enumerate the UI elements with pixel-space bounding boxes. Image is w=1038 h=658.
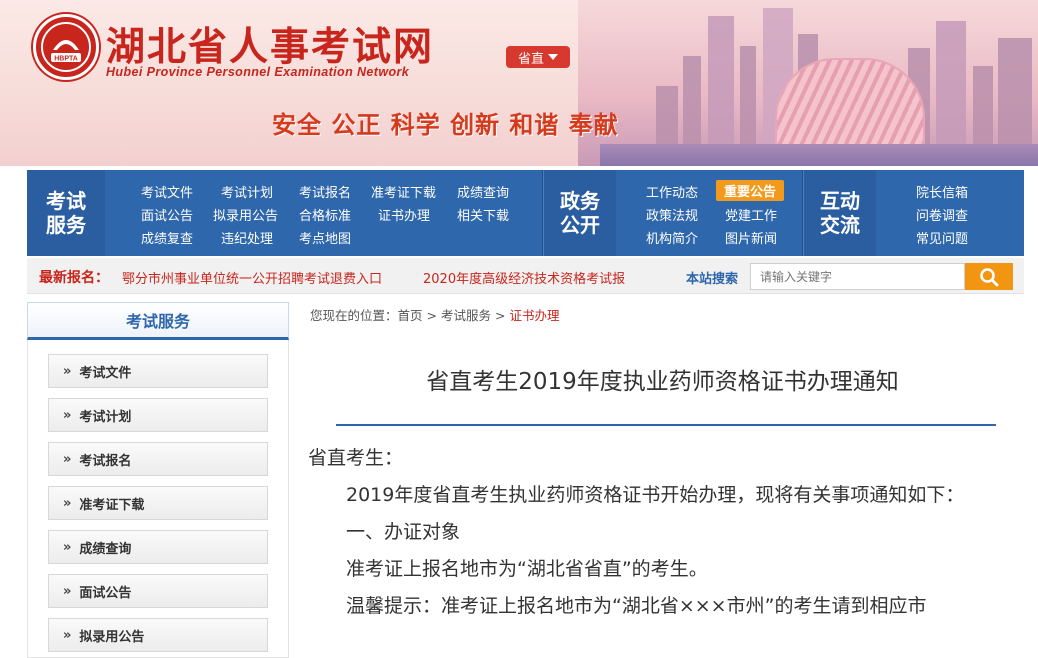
nav-link-policies[interactable]: 政策法规	[646, 205, 698, 224]
river-image	[600, 144, 1038, 166]
nav-link-important-notice[interactable]: 重要公告	[716, 180, 785, 201]
sidebar-item-exam-plan[interactable]: » 考试计划	[48, 398, 268, 432]
arena-building-image	[775, 58, 925, 150]
double-chevron-right-icon: »	[63, 407, 72, 423]
nav-link-interview-notice[interactable]: 面试公告	[141, 205, 193, 224]
search-label: 本站搜索	[686, 272, 739, 287]
double-chevron-right-icon: »	[63, 583, 72, 599]
nav-group-exam-service: 考试服务 考试文件 考试计划 考试报名 准考证下载 成绩查询 面试公告 拟录用公…	[27, 170, 542, 256]
tip-text: 温馨提示：准考证上报名地市为“湖北省×××市州”的考生请到相应市	[346, 595, 927, 617]
nav-link-photo-news[interactable]: 图片新闻	[725, 228, 777, 247]
double-chevron-right-icon: »	[63, 627, 72, 643]
nav-group-government: 政务公开 工作动态 重要公告 政策法规 党建工作 机构简介 图片新闻	[544, 170, 802, 256]
double-chevron-right-icon: »	[63, 363, 72, 379]
breadcrumb-separator: >	[426, 308, 437, 323]
breadcrumb-separator: >	[494, 308, 506, 323]
article-intro: 2019年度省直考生执业药师资格证书开始办理，现将有关事项通知如下：	[346, 484, 965, 506]
sidebar-item-exam-registration[interactable]: » 考试报名	[48, 442, 268, 476]
nav-link-hire-notice[interactable]: 拟录用公告	[213, 205, 278, 224]
nav-link-discipline[interactable]: 违纪处理	[221, 228, 273, 247]
double-chevron-right-icon: »	[63, 451, 72, 467]
sidebar-menu: » 考试文件 » 考试计划 » 考试报名 » 准考证下载 » 成绩查询 » 面试…	[27, 340, 289, 658]
header-banner: HBPTA 湖北省人事考试网 Hubei Province Personnel …	[0, 0, 1038, 166]
nav-link-party-building[interactable]: 党建工作	[725, 205, 777, 224]
article-title: 省直考生2019年度执业药师资格证书办理通知	[426, 369, 899, 395]
nav-heading-exam-service: 考试服务	[27, 170, 105, 256]
section-text: 准考证上报名地市为“湖北省省直”的考生。	[346, 558, 708, 580]
sidebar-heading: 考试服务	[27, 302, 289, 340]
nav-group-interaction: 互动交流 院长信箱 问卷调查 常见问题	[804, 170, 1022, 256]
nav-link-faq[interactable]: 常见问题	[916, 228, 968, 247]
sidebar-item-admission-ticket[interactable]: » 准考证下载	[48, 486, 268, 520]
nav-link-downloads[interactable]: 相关下载	[457, 205, 509, 224]
sidebar-item-interview-notice[interactable]: » 面试公告	[48, 574, 268, 608]
sidebar-item-score-query[interactable]: » 成绩查询	[48, 530, 268, 564]
nav-link-exam-registration[interactable]: 考试报名	[299, 182, 351, 201]
nav-link-venue-map[interactable]: 考点地图	[299, 228, 351, 247]
nav-link-exam-plan[interactable]: 考试计划	[221, 182, 273, 201]
search-icon	[980, 267, 999, 286]
section-heading: 一、办证对象	[346, 521, 461, 543]
breadcrumb: 您现在的位置：首页 > 考试服务 > 证书办理	[310, 305, 559, 324]
sidebar-item-exam-docs[interactable]: » 考试文件	[48, 354, 268, 388]
nav-link-exam-docs[interactable]: 考试文件	[141, 182, 193, 201]
nav-link-score-query[interactable]: 成绩查询	[457, 182, 509, 201]
double-chevron-right-icon: »	[63, 495, 72, 511]
nav-heading-interaction: 互动交流	[804, 170, 876, 256]
nav-link-score-review[interactable]: 成绩复查	[141, 228, 193, 247]
nav-link-work-news[interactable]: 工作动态	[646, 182, 698, 201]
svg-text:HBPTA: HBPTA	[54, 56, 78, 63]
breadcrumb-exam-service[interactable]: 考试服务	[441, 308, 491, 323]
sidebar-item-label: 考试计划	[79, 409, 132, 425]
sidebar-item-label: 成绩查询	[79, 541, 132, 557]
nav-heading-government: 政务公开	[544, 170, 616, 256]
nav-link-survey[interactable]: 问卷调查	[916, 205, 968, 224]
nav-link-pass-standard[interactable]: 合格标准	[299, 205, 351, 224]
sidebar-item-label: 面试公告	[79, 585, 132, 601]
breadcrumb-prefix: 您现在的位置：	[310, 308, 398, 323]
sidebar-item-label: 考试报名	[79, 453, 132, 469]
nav-link-certificate[interactable]: 证书办理	[378, 205, 430, 224]
double-chevron-right-icon: »	[63, 539, 72, 555]
region-label: 省直	[517, 51, 544, 67]
sidebar-item-label: 准考证下载	[79, 497, 145, 513]
nav-links-exam-service: 考试文件 考试计划 考试报名 准考证下载 成绩查询 面试公告 拟录用公告 合格标…	[105, 170, 542, 256]
search-input[interactable]	[750, 263, 965, 290]
slogan: 安全 公正 科学 创新 和谐 奉献	[272, 111, 619, 139]
search-button[interactable]	[965, 263, 1013, 290]
region-select-button[interactable]: 省直	[506, 46, 570, 68]
article-salutation: 省直考生：	[308, 447, 404, 469]
sidebar-item-hire-notice[interactable]: » 拟录用公告	[48, 618, 268, 652]
latest-label: 最新报名：	[39, 270, 109, 286]
breadcrumb-home[interactable]: 首页	[398, 308, 423, 323]
chevron-down-icon	[548, 54, 558, 60]
sidebar-item-label: 考试文件	[79, 365, 132, 381]
latest-item[interactable]: 鄂分市州事业单位统一公开招聘考试退费入口	[122, 268, 382, 287]
site-subtitle: Hubei Province Personnel Examination Net…	[106, 65, 410, 79]
article-body: 省直考生： 2019年度省直考生执业药师资格证书开始办理，现将有关事项通知如下：…	[308, 440, 1026, 625]
breadcrumb-current[interactable]: 证书办理	[509, 308, 559, 323]
nav-link-director-mailbox[interactable]: 院长信箱	[916, 182, 968, 201]
nav-link-org-intro[interactable]: 机构简介	[646, 228, 698, 247]
site-title: 湖北省人事考试网	[106, 25, 435, 70]
main-nav: 考试服务 考试文件 考试计划 考试报名 准考证下载 成绩查询 面试公告 拟录用公…	[27, 170, 1024, 256]
nav-links-interaction: 院长信箱 问卷调查 常见问题	[876, 170, 1022, 256]
latest-item[interactable]: 2020年度高级经济技术资格考试报	[423, 268, 645, 287]
logo-emblem-icon: HBPTA	[41, 22, 91, 72]
latest-registration-bar: 最新报名： 鄂分市州事业单位统一公开招聘考试退费入口 2020年度高级经济技术资…	[27, 258, 1024, 294]
sidebar-item-label: 拟录用公告	[79, 629, 145, 645]
nav-links-government: 工作动态 重要公告 政策法规 党建工作 机构简介 图片新闻	[616, 170, 802, 256]
site-logo[interactable]: HBPTA	[33, 14, 99, 80]
sidebar: 考试服务 » 考试文件 » 考试计划 » 考试报名 » 准考证下载 » 成绩查询…	[27, 302, 289, 658]
title-divider	[336, 424, 996, 426]
nav-link-admission-ticket[interactable]: 准考证下载	[371, 182, 436, 201]
